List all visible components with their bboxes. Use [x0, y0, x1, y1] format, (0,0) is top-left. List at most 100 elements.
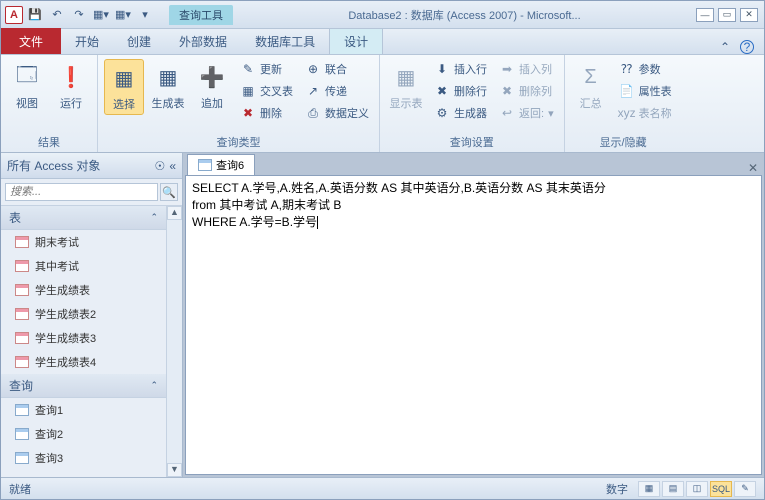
- nav-search-row: 🔍: [1, 179, 182, 206]
- chevron-up-icon: ⌃: [150, 380, 158, 391]
- crosstab-icon: ▦: [240, 83, 256, 99]
- nav-table-item[interactable]: 期末考试: [1, 230, 166, 254]
- search-button[interactable]: 🔍: [160, 183, 178, 201]
- datadef-button[interactable]: ⎙数据定义: [301, 103, 373, 123]
- totals-button[interactable]: Σ汇总: [571, 59, 611, 113]
- file-tab[interactable]: 文件: [1, 28, 61, 54]
- view-button[interactable]: 🗔视图: [7, 59, 47, 113]
- text-cursor: [317, 216, 318, 229]
- qat-btn-4[interactable]: ▦▾: [91, 5, 111, 25]
- run-button[interactable]: ❗运行: [51, 59, 91, 113]
- nav-section-tables[interactable]: 表⌃: [1, 206, 166, 230]
- nav-table-item[interactable]: 学生成绩表: [1, 278, 166, 302]
- view-datasheet-button[interactable]: ▦: [638, 481, 660, 497]
- group-label-querytype: 查询类型: [104, 132, 373, 150]
- nav-query-item[interactable]: 查询3: [1, 446, 166, 470]
- deleterows-button[interactable]: ✖删除行: [430, 81, 491, 101]
- table-icon: [15, 236, 29, 248]
- tab-home[interactable]: 开始: [61, 28, 113, 54]
- nav-section-queries[interactable]: 查询⌃: [1, 374, 166, 398]
- context-tab-label: 查询工具: [169, 5, 233, 25]
- nav-query-item[interactable]: 查询1: [1, 398, 166, 422]
- query-icon: [15, 452, 29, 464]
- nav-dropdown-icon[interactable]: ☉: [155, 159, 166, 173]
- tab-create[interactable]: 创建: [113, 28, 165, 54]
- view-pivottable-button[interactable]: ▤: [662, 481, 684, 497]
- insertcols-icon: ➡: [499, 61, 515, 77]
- help-icon[interactable]: ?: [740, 40, 754, 54]
- union-icon: ⊕: [305, 61, 321, 77]
- insertrows-button[interactable]: ⬇插入行: [430, 59, 491, 79]
- minimize-ribbon-icon[interactable]: ⌃: [720, 40, 734, 54]
- totals-icon: Σ: [575, 61, 607, 93]
- view-pivotchart-button[interactable]: ◫: [686, 481, 708, 497]
- table-icon: [15, 308, 29, 320]
- maketable-button[interactable]: ▦生成表: [148, 59, 188, 113]
- view-sql-button[interactable]: SQL: [710, 481, 732, 497]
- builder-button[interactable]: ⚙生成器: [430, 103, 491, 123]
- params-button[interactable]: ⁇参数: [615, 59, 676, 79]
- deleterows-icon: ✖: [434, 83, 450, 99]
- union-button[interactable]: ⊕联合: [301, 59, 373, 79]
- view-design-button[interactable]: ✎: [734, 481, 756, 497]
- sql-editor[interactable]: SELECT A.学号,A.姓名,A.英语分数 AS 其中英语分,B.英语分数 …: [185, 175, 762, 475]
- close-button[interactable]: ✕: [740, 8, 758, 22]
- close-tab-button[interactable]: ✕: [748, 161, 764, 175]
- showtable-button[interactable]: ▦显示表: [386, 59, 426, 113]
- group-label-showhide: 显示/隐藏: [571, 132, 676, 150]
- table-icon: [15, 260, 29, 272]
- nav-header[interactable]: 所有 Access 对象 ☉ «: [1, 153, 182, 179]
- nav-header-label: 所有 Access 对象: [7, 157, 100, 174]
- nav-collapse-icon[interactable]: «: [169, 159, 176, 173]
- workspace: 所有 Access 对象 ☉ « 🔍 表⌃ 期末考试 其中考试 学生成绩表 学生…: [1, 153, 764, 477]
- app-icon[interactable]: A: [5, 6, 23, 24]
- nav-table-item[interactable]: 其中考试: [1, 254, 166, 278]
- builder-icon: ⚙: [434, 105, 450, 121]
- ribbon-group-showhide: Σ汇总 ⁇参数 📄属性表 xyz表名称 显示/隐藏: [565, 55, 682, 152]
- nav-table-item[interactable]: 学生成绩表2: [1, 302, 166, 326]
- redo-icon[interactable]: ↷: [69, 5, 89, 25]
- restore-button[interactable]: ▭: [718, 8, 736, 22]
- search-input[interactable]: [5, 183, 158, 201]
- deletecols-icon: ✖: [499, 83, 515, 99]
- ribbon-group-querysetup: ▦显示表 ⬇插入行 ✖删除行 ⚙生成器 ➡插入列 ✖删除列 ↩返回: ▾ 查询设…: [380, 55, 565, 152]
- tablenames-button[interactable]: xyz表名称: [615, 103, 676, 123]
- tab-dbtools[interactable]: 数据库工具: [241, 28, 329, 54]
- navigation-pane: 所有 Access 对象 ☉ « 🔍 表⌃ 期末考试 其中考试 学生成绩表 学生…: [1, 153, 183, 477]
- nav-table-item[interactable]: 学生成绩表4: [1, 350, 166, 374]
- tab-external[interactable]: 外部数据: [165, 28, 241, 54]
- document-tab-row: 查询6 ✕: [183, 153, 764, 175]
- update-button[interactable]: ✎更新: [236, 59, 297, 79]
- save-icon[interactable]: 💾: [25, 5, 45, 25]
- append-icon: ➕: [196, 61, 228, 93]
- delete-button[interactable]: ✖删除: [236, 103, 297, 123]
- status-ready: 就绪: [9, 481, 31, 497]
- qat-btn-5[interactable]: ▦▾: [113, 5, 133, 25]
- nav-table-item[interactable]: 学生成绩表3: [1, 326, 166, 350]
- append-button[interactable]: ➕追加: [192, 59, 232, 113]
- nav-scrollbar[interactable]: ▲ ▼: [166, 206, 182, 477]
- tablenames-icon: xyz: [619, 105, 635, 121]
- insertcols-button[interactable]: ➡插入列: [495, 59, 558, 79]
- table-icon: [15, 284, 29, 296]
- document-tab[interactable]: 查询6: [187, 154, 255, 175]
- select-button[interactable]: ▦选择: [104, 59, 144, 115]
- propsheet-button[interactable]: 📄属性表: [615, 81, 676, 101]
- crosstab-button[interactable]: ▦交叉表: [236, 81, 297, 101]
- qat-dropdown-icon[interactable]: ▾: [135, 5, 155, 25]
- scroll-down-icon[interactable]: ▼: [167, 463, 182, 477]
- view-icon: 🗔: [11, 61, 43, 93]
- return-button[interactable]: ↩返回: ▾: [495, 103, 558, 123]
- scroll-up-icon[interactable]: ▲: [167, 206, 182, 220]
- undo-icon[interactable]: ↶: [47, 5, 67, 25]
- select-icon: ▦: [108, 62, 140, 94]
- run-icon: ❗: [55, 61, 87, 93]
- sql-line: from 其中考试 A,期末考试 B: [192, 198, 341, 212]
- minimize-button[interactable]: —: [696, 8, 714, 22]
- nav-query-item[interactable]: 查询2: [1, 422, 166, 446]
- status-bar: 就绪 数字 ▦ ▤ ◫ SQL ✎: [1, 477, 764, 499]
- passthrough-button[interactable]: ↗传递: [301, 81, 373, 101]
- tab-design[interactable]: 设计: [329, 28, 383, 54]
- deletecols-button[interactable]: ✖删除列: [495, 81, 558, 101]
- table-icon: [15, 356, 29, 368]
